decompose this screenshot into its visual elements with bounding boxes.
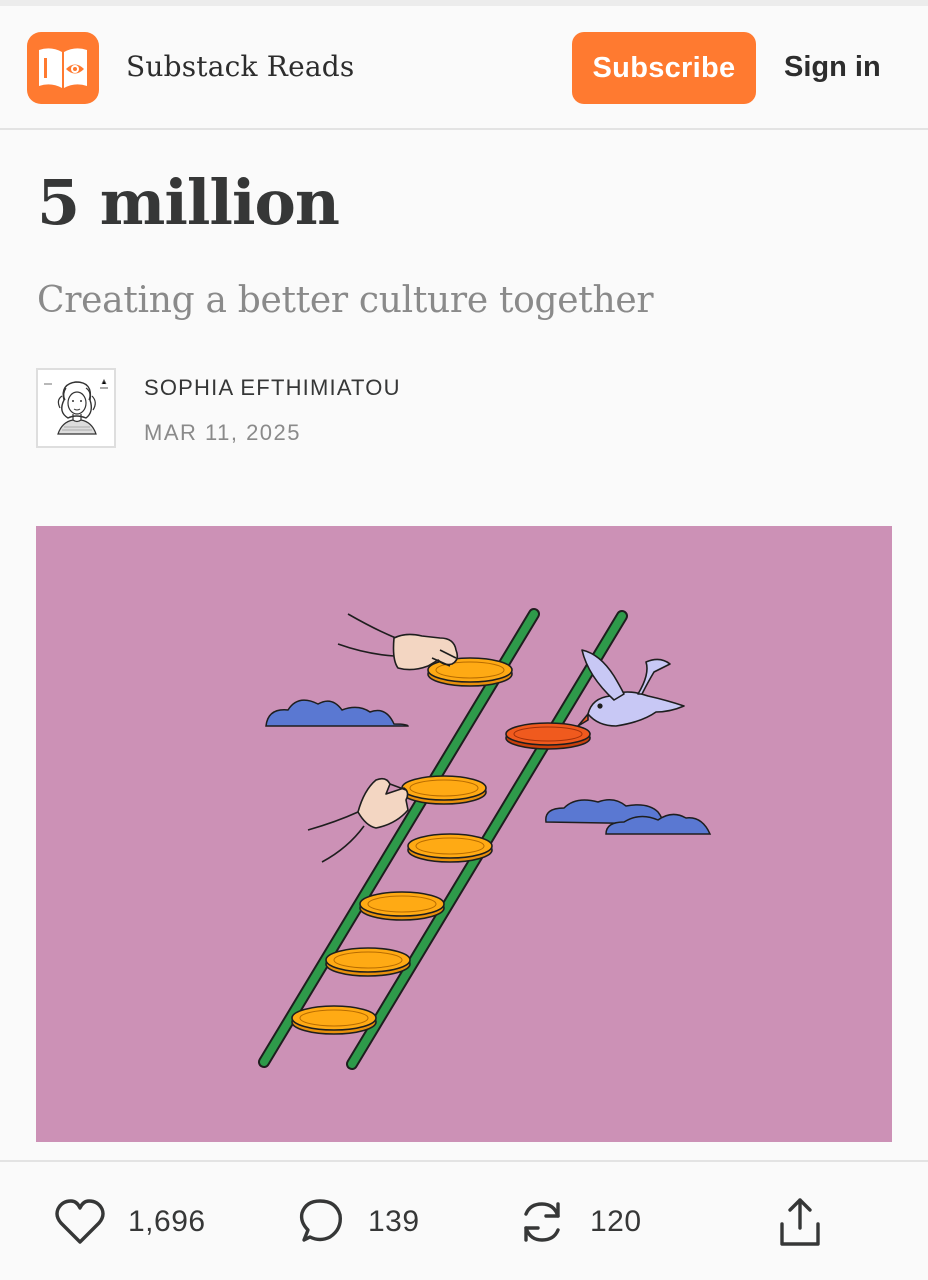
hand-top bbox=[337, 613, 459, 671]
author-portrait-sketch bbox=[38, 370, 114, 446]
post-subtitle: Creating a better culture together bbox=[37, 280, 654, 321]
publication-logo[interactable] bbox=[27, 32, 99, 104]
comment-icon bbox=[299, 1199, 342, 1242]
sign-in-link[interactable]: Sign in bbox=[784, 51, 881, 84]
share-icon bbox=[780, 1198, 820, 1246]
like-button[interactable]: 1,696 bbox=[54, 1192, 206, 1252]
restack-count: 120 bbox=[590, 1205, 642, 1238]
publication-name[interactable]: Substack Reads bbox=[126, 50, 354, 83]
author-name[interactable]: SOPHIA EFTHIMIATOU bbox=[144, 375, 401, 401]
share-button[interactable] bbox=[774, 1192, 826, 1252]
like-count: 1,696 bbox=[128, 1205, 206, 1238]
heart-icon bbox=[55, 1199, 105, 1244]
coin-red bbox=[505, 722, 591, 750]
coin-rung bbox=[291, 1005, 377, 1035]
restack-icon bbox=[524, 1202, 560, 1242]
post-actions-bar: 1,696 139 120 bbox=[0, 1160, 928, 1280]
open-book-eye-icon bbox=[39, 48, 87, 88]
cloud-left bbox=[265, 699, 409, 727]
hero-illustration bbox=[36, 526, 892, 1142]
site-header: Substack Reads Subscribe Sign in bbox=[0, 6, 928, 130]
comment-button[interactable]: 139 bbox=[294, 1192, 420, 1252]
comment-count: 139 bbox=[368, 1205, 420, 1238]
author-avatar[interactable] bbox=[36, 368, 116, 448]
restack-button[interactable]: 120 bbox=[516, 1192, 642, 1252]
coin-rung bbox=[325, 947, 411, 977]
post-date: MAR 11, 2025 bbox=[144, 420, 302, 445]
coin-rung bbox=[359, 891, 445, 921]
subscribe-button[interactable]: Subscribe bbox=[572, 32, 756, 104]
post-title: 5 million bbox=[37, 166, 340, 239]
coin-rung bbox=[401, 775, 487, 805]
bird bbox=[577, 649, 685, 727]
coin-rung bbox=[407, 833, 493, 863]
